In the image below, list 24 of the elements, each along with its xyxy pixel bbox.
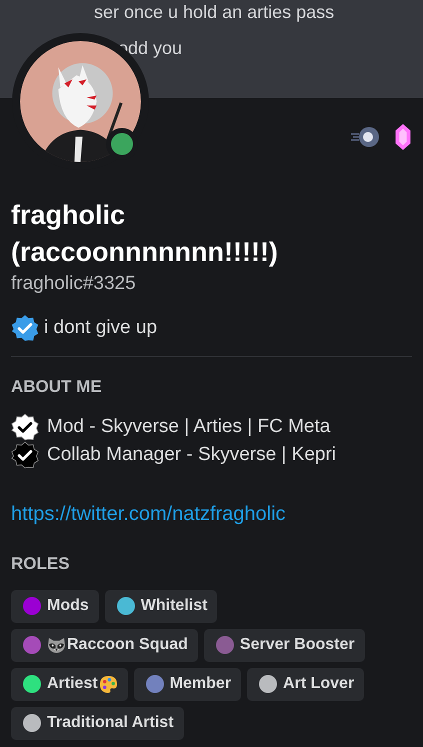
role-name: Member bbox=[170, 674, 232, 694]
twitter-link[interactable]: https://twitter.com/natzfragholic bbox=[11, 499, 286, 529]
check-badge-icon bbox=[11, 413, 39, 441]
role-name: Whitelist bbox=[140, 596, 208, 616]
role-name: Artiest bbox=[47, 674, 98, 694]
gem-icon bbox=[395, 124, 411, 150]
role-name: Art Lover bbox=[283, 674, 354, 694]
role-name: Mods bbox=[47, 596, 89, 616]
about-me-line: Mod - Skyverse | Arties | FC Meta bbox=[47, 414, 330, 439]
raccoon-icon bbox=[47, 636, 66, 654]
section-heading: ROLES bbox=[11, 553, 71, 575]
role-name: Raccoon Squad bbox=[67, 635, 188, 655]
palette-icon bbox=[98, 674, 118, 694]
section-heading: ABOUT ME bbox=[11, 376, 103, 398]
nitro-icon bbox=[349, 125, 381, 149]
custom-status: i dont give up bbox=[44, 316, 158, 340]
role-name: Traditional Artist bbox=[47, 713, 174, 733]
check-badge-icon bbox=[11, 441, 39, 469]
display-name: fragholic (raccoonnnnnnn!!!!!) bbox=[11, 199, 279, 269]
chat-message: ser once u hold an arties pass bbox=[94, 1, 334, 24]
about-me-line: Collab Manager - Skyverse | Kepri bbox=[47, 442, 336, 467]
role-name: Server Booster bbox=[240, 635, 355, 655]
verified-badge-icon bbox=[11, 314, 39, 342]
username-tag: fragholic#3325 bbox=[11, 272, 412, 296]
